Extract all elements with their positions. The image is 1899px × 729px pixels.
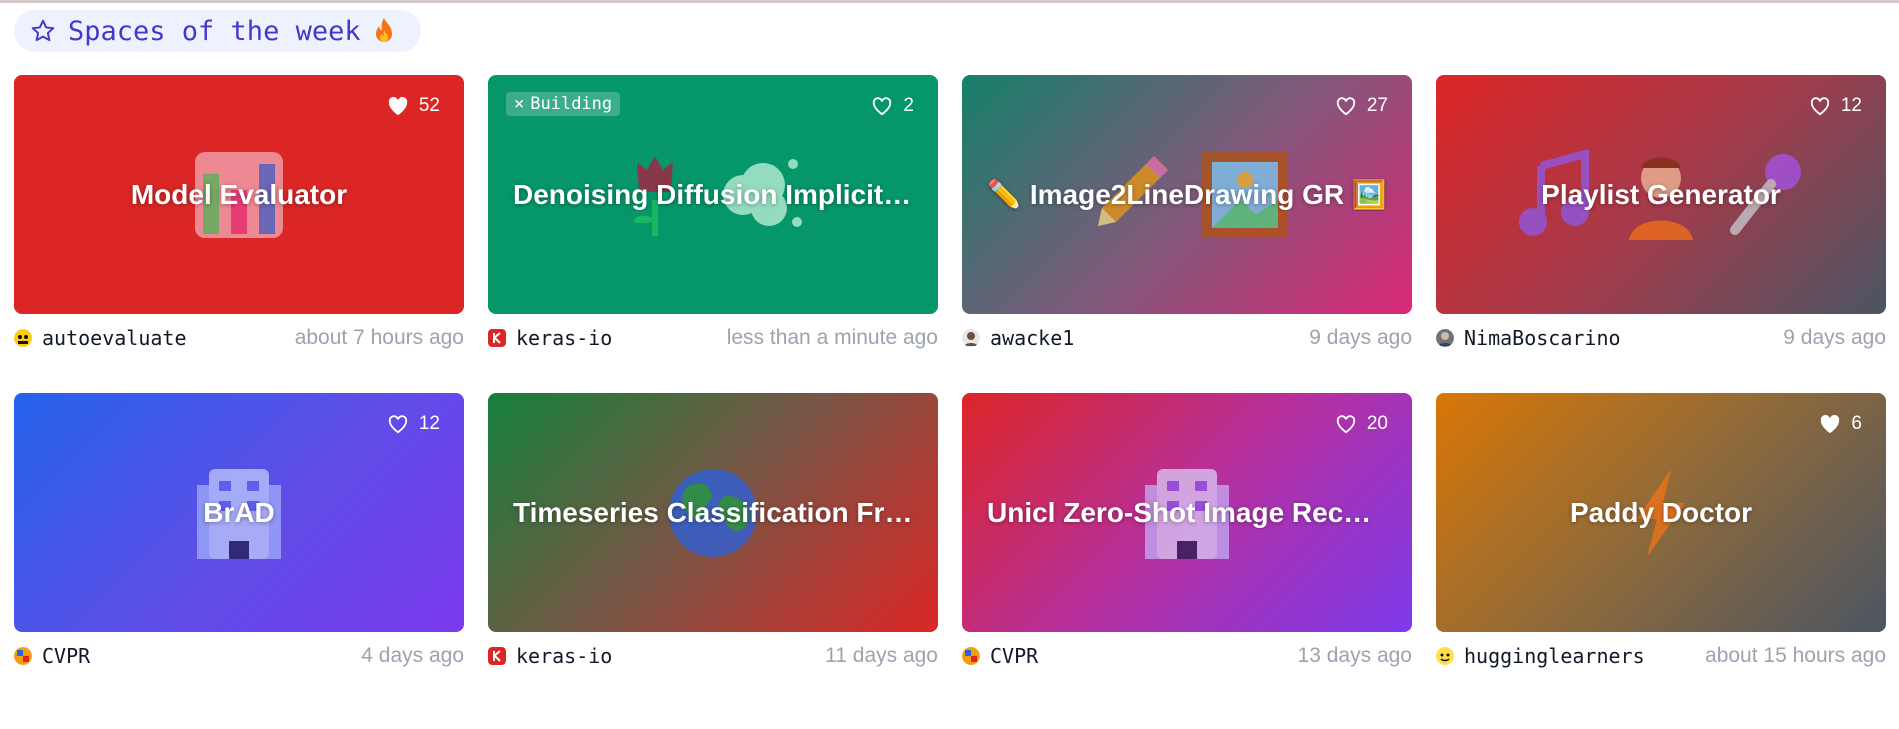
- like-number: 20: [1366, 413, 1388, 434]
- author-name[interactable]: CVPR: [990, 644, 1038, 668]
- avatar: [962, 647, 980, 665]
- updated-time: 4 days ago: [361, 644, 464, 667]
- space-card-paddy-doctor[interactable]: 6 Paddy Doctor hugginglearners about 15 …: [1436, 393, 1886, 669]
- updated-time: 11 days ago: [825, 644, 938, 667]
- space-thumbnail[interactable]: 12 Playlist Generator: [1436, 75, 1886, 314]
- space-card-unicl-zero-shot[interactable]: 20 Unicl Zero-Shot Image Recognit... CVP…: [962, 393, 1412, 669]
- author[interactable]: awacke1: [962, 326, 1074, 350]
- like-count[interactable]: 12: [1809, 95, 1862, 117]
- status-badge: × Building: [506, 92, 621, 116]
- star-icon: [31, 19, 55, 42]
- space-title: Unicl Zero-Shot Image Recognit...: [987, 496, 1397, 528]
- author-name[interactable]: keras-io: [516, 644, 612, 668]
- avatar: [962, 329, 980, 347]
- space-thumbnail[interactable]: 20 Unicl Zero-Shot Image Recognit...: [962, 393, 1412, 632]
- author[interactable]: autoevaluate: [14, 326, 187, 350]
- like-number: 52: [418, 95, 440, 116]
- like-number: 27: [1366, 95, 1388, 116]
- avatar: [1436, 647, 1454, 665]
- avatar: [14, 329, 32, 347]
- heart-icon: [1336, 415, 1355, 434]
- space-thumbnail[interactable]: Timeseries Classification From ...: [488, 393, 938, 632]
- updated-time: 9 days ago: [1309, 326, 1412, 349]
- section-header: Spaces of the week: [14, 10, 421, 52]
- avatar: [488, 647, 506, 665]
- author[interactable]: keras-io: [488, 644, 612, 668]
- author[interactable]: keras-io: [488, 326, 612, 350]
- top-border: [0, 0, 1899, 3]
- updated-time: less than a minute ago: [726, 326, 938, 349]
- avatar: [14, 647, 32, 665]
- space-title: Model Evaluator: [130, 178, 348, 210]
- like-count[interactable]: 20: [1335, 413, 1388, 435]
- like-count[interactable]: 12: [387, 413, 440, 435]
- close-icon: ×: [514, 94, 525, 114]
- updated-time: 9 days ago: [1783, 326, 1886, 349]
- fire-icon: [375, 18, 392, 42]
- avatar: [488, 329, 506, 347]
- author[interactable]: NimaBoscarino: [1436, 326, 1621, 350]
- space-card-denoising-diffusion[interactable]: × Building 2 Denoising Diffusion Implici…: [488, 75, 938, 351]
- like-count[interactable]: 2: [871, 95, 914, 117]
- like-number: 12: [418, 413, 440, 434]
- author-name[interactable]: autoevaluate: [42, 326, 187, 350]
- author-name[interactable]: hugginglearners: [1464, 644, 1645, 668]
- status-label: Building: [530, 94, 613, 114]
- space-card-playlist-generator[interactable]: 12 Playlist Generator NimaBoscarino 9 da…: [1436, 75, 1886, 351]
- space-title: Timeseries Classification From ...: [513, 496, 923, 528]
- updated-time: about 7 hours ago: [294, 326, 464, 349]
- heart-icon: [388, 96, 408, 116]
- author-name[interactable]: NimaBoscarino: [1464, 326, 1621, 350]
- author[interactable]: hugginglearners: [1436, 644, 1645, 668]
- author-name[interactable]: awacke1: [990, 326, 1074, 350]
- author-name[interactable]: CVPR: [42, 644, 90, 668]
- updated-time: about 15 hours ago: [1705, 644, 1886, 667]
- space-thumbnail[interactable]: 12 BrAD: [14, 393, 464, 632]
- space-title: BrAD: [203, 496, 275, 528]
- like-number: 6: [1851, 413, 1862, 434]
- heart-icon: [388, 415, 407, 434]
- like-count[interactable]: 6: [1819, 413, 1862, 435]
- like-number: 2: [903, 95, 914, 116]
- heart-icon: [873, 97, 892, 116]
- heart-icon: [1821, 414, 1840, 434]
- space-card-model-evaluator[interactable]: 52 Model Evaluator autoevaluate about 7 …: [14, 75, 464, 351]
- author-name[interactable]: keras-io: [516, 326, 612, 350]
- like-count[interactable]: 52: [387, 95, 440, 117]
- space-card-brad[interactable]: 12 BrAD CVPR 4 days ago: [14, 393, 464, 669]
- author[interactable]: CVPR: [14, 644, 90, 668]
- space-thumbnail[interactable]: 52 Model Evaluator: [14, 75, 464, 314]
- heart-icon: [1810, 97, 1829, 116]
- avatar: [1436, 329, 1454, 347]
- space-title: ✏️ Image2LineDrawing GR 🖼️: [987, 179, 1387, 210]
- author[interactable]: CVPR: [962, 644, 1038, 668]
- heart-icon: [1336, 97, 1355, 116]
- space-thumbnail[interactable]: 6 Paddy Doctor: [1436, 393, 1886, 632]
- space-title: Playlist Generator: [1541, 178, 1781, 210]
- space-thumbnail[interactable]: × Building 2 Denoising Diffusion Implici…: [488, 75, 938, 314]
- updated-time: 13 days ago: [1297, 644, 1412, 667]
- like-number: 12: [1840, 95, 1862, 116]
- space-title: Denoising Diffusion Implicit Mo...: [513, 178, 923, 210]
- space-card-image2linedrawing[interactable]: 27 ✏️ Image2LineDrawing GR 🖼️ awacke1 9 …: [962, 75, 1412, 351]
- space-card-timeseries-classification[interactable]: Timeseries Classification From ... keras…: [488, 393, 938, 669]
- space-thumbnail[interactable]: 27 ✏️ Image2LineDrawing GR 🖼️: [962, 75, 1412, 314]
- like-count[interactable]: 27: [1335, 95, 1388, 117]
- section-title: Spaces of the week: [68, 15, 361, 47]
- space-title: Paddy Doctor: [1569, 496, 1753, 528]
